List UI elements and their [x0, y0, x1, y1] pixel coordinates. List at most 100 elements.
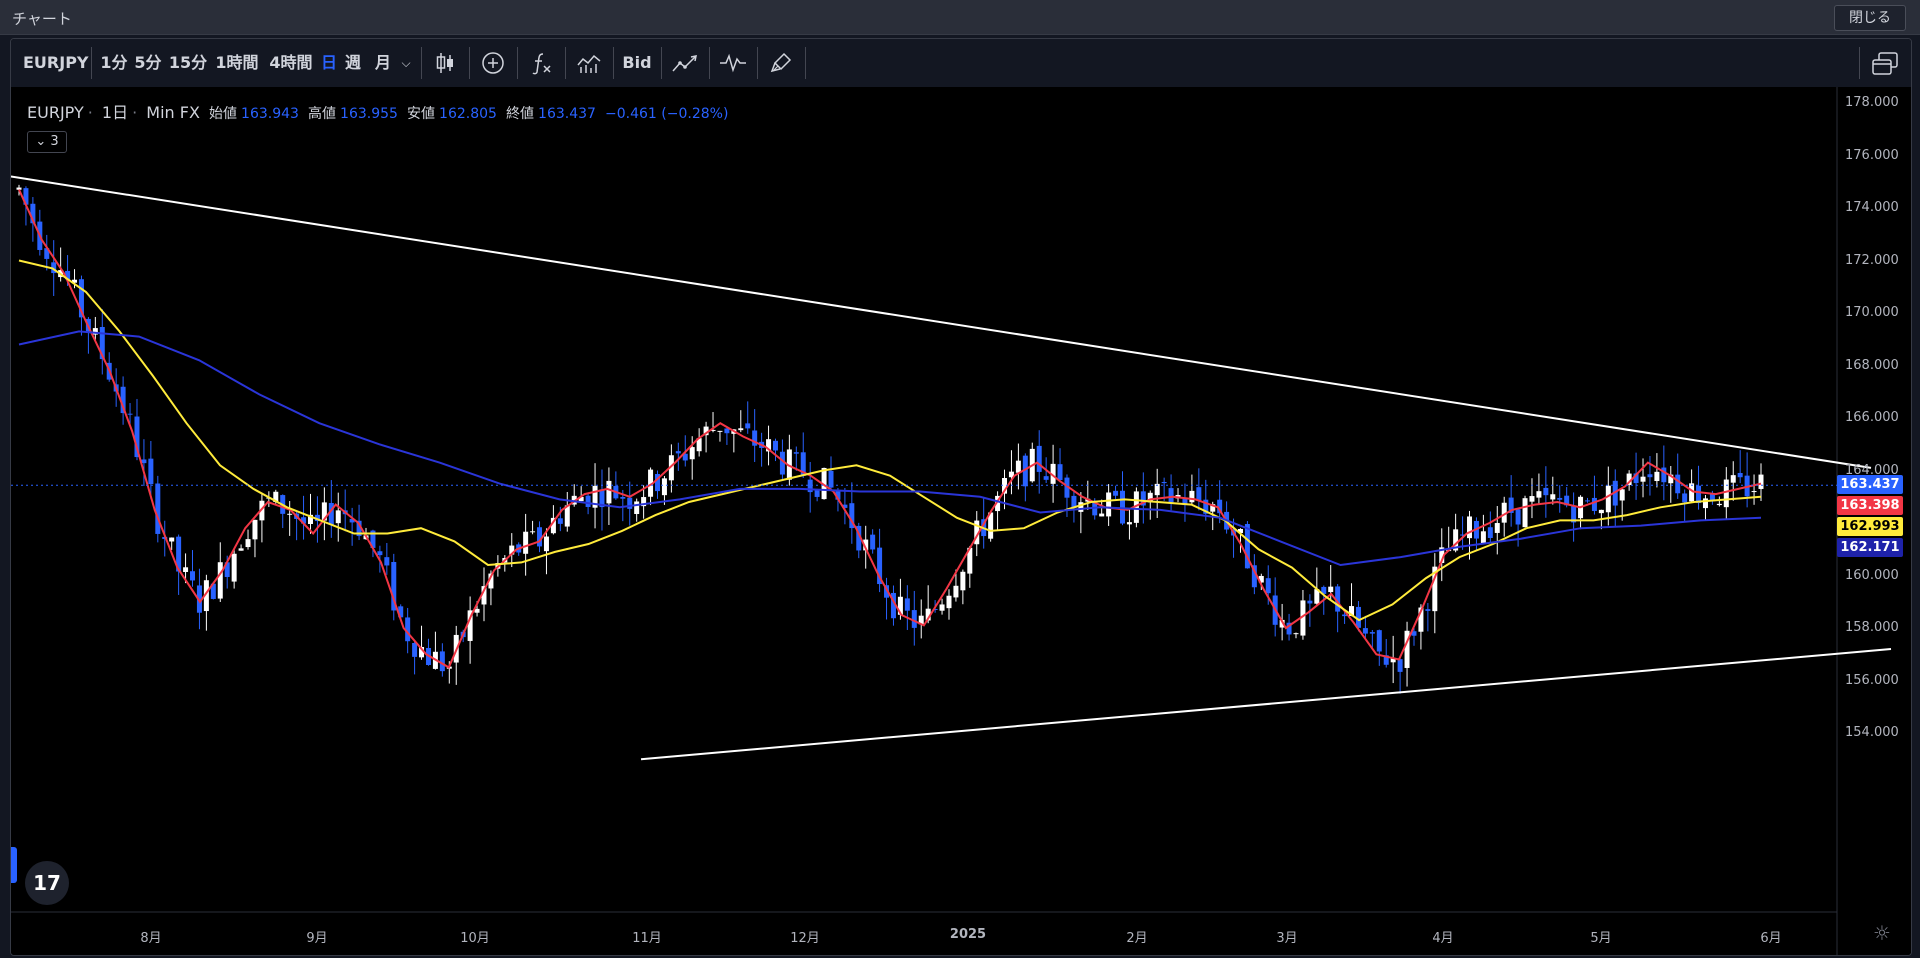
window-layout-icon[interactable] [1863, 39, 1907, 87]
candle-body [537, 527, 543, 547]
timeframe-15min[interactable]: 15分 [167, 39, 209, 87]
price-label: 163.398 [1837, 496, 1903, 516]
candle-body [675, 451, 681, 454]
chart-panel[interactable]: EURJPY 1分 5分 15分 1時間 4時間 日 週 月 ⌵ Bid EUR… [10, 38, 1912, 956]
candlestick-icon[interactable] [423, 39, 467, 87]
candle-body [16, 187, 22, 190]
time-tick-label: 5月 [1590, 931, 1612, 946]
time-tick-label: 4月 [1432, 931, 1454, 946]
candle-body [245, 539, 251, 548]
candle-body [606, 480, 612, 504]
candle-body [1640, 476, 1646, 482]
trend-icon[interactable] [663, 39, 707, 87]
candle-body [1293, 633, 1299, 635]
candle-body [939, 604, 945, 611]
candle-body [1494, 523, 1500, 533]
candle-body [1536, 491, 1542, 498]
candle-body [530, 531, 536, 533]
candle-body [1099, 513, 1105, 517]
settings-gear-icon[interactable]: ☼ [1873, 921, 1891, 945]
price-chart[interactable] [11, 87, 1911, 955]
candle-body [1522, 498, 1528, 528]
candle-body [543, 536, 549, 552]
candle-body [911, 610, 917, 628]
price-tick-label: 178.000 [1845, 95, 1899, 110]
candle-body [335, 510, 341, 524]
price-tick-label: 166.000 [1845, 410, 1899, 425]
candle-body [1550, 494, 1556, 500]
side-panel-handle[interactable] [11, 847, 17, 883]
candle-body [620, 497, 626, 499]
candle-body [1036, 445, 1042, 472]
candle-body [1397, 659, 1403, 672]
chart-toolbar: EURJPY 1分 5分 15分 1時間 4時間 日 週 月 ⌵ Bid [11, 39, 1911, 88]
legend-open-label: 始値 [209, 106, 238, 122]
candle-body [557, 518, 563, 524]
timeframe-month[interactable]: 月 [371, 39, 395, 87]
candle-body [1584, 500, 1590, 502]
candle-body [1751, 491, 1757, 493]
bar-style-icon[interactable] [567, 39, 611, 87]
waveform-icon[interactable] [711, 39, 755, 87]
candle-body [585, 495, 591, 507]
chart-background [11, 87, 1911, 955]
candle-body [870, 534, 876, 550]
timeframe-4hour[interactable]: 4時間 [265, 39, 317, 87]
chart-legend: EURJPY · 1日 · Min FX 始値 163.943 高値 163.955 安… [27, 103, 729, 122]
close-button[interactable]: 閉じる [1834, 5, 1906, 31]
tradingview-logo[interactable]: 17 [25, 861, 69, 905]
time-tick-label: 10月 [460, 931, 490, 946]
legend-change: −0.461 (−0.28%) [605, 106, 729, 122]
candle-body [127, 413, 133, 415]
timeframe-dropdown-chevron-icon[interactable]: ⌵ [397, 39, 415, 87]
candle-body [1758, 474, 1764, 489]
toolbar-separator [805, 47, 806, 79]
candle-body [738, 428, 744, 431]
price-label: 163.437 [1837, 475, 1903, 495]
legend-open: 163.943 [241, 106, 299, 122]
price-tick-label: 154.000 [1845, 725, 1899, 740]
candle-body [384, 557, 390, 566]
candle-body [1487, 527, 1493, 538]
candle-body [523, 531, 529, 554]
candle-body [1598, 509, 1604, 514]
timeframe-1min[interactable]: 1分 [99, 39, 129, 87]
candle-body [1543, 487, 1549, 496]
candle-body [287, 513, 293, 515]
price-tick-label: 168.000 [1845, 357, 1899, 373]
legend-collapse-count: 3 [50, 134, 59, 149]
add-indicator-icon[interactable] [471, 39, 515, 87]
candle-body [1015, 460, 1021, 473]
toolbar-separator [421, 47, 422, 79]
candle-body [1161, 482, 1167, 484]
timeframe-week[interactable]: 週 [341, 39, 365, 87]
candle-body [1723, 479, 1729, 508]
timeframe-5min[interactable]: 5分 [131, 39, 165, 87]
candle-body [1467, 516, 1473, 539]
timeframe-day[interactable]: 日 [319, 39, 339, 87]
candle-body [661, 478, 667, 496]
candle-body [412, 642, 418, 657]
brush-icon[interactable] [759, 39, 803, 87]
candle-body [1696, 485, 1702, 504]
candle-body [439, 651, 445, 672]
candle-body [1682, 493, 1688, 503]
toolbar-separator [613, 47, 614, 79]
bid-button[interactable]: Bid [615, 39, 659, 87]
candle-body [946, 595, 952, 609]
formula-icon[interactable] [519, 39, 563, 87]
candle-body [634, 501, 640, 514]
candle-body [169, 537, 175, 542]
time-tick-label: 6月 [1760, 931, 1782, 946]
candle-body [814, 490, 820, 497]
legend-close: 163.437 [538, 106, 596, 122]
toolbar-separator [469, 47, 470, 79]
candle-body [1647, 474, 1653, 478]
legend-collapse-button[interactable]: ⌄ 3 [27, 131, 67, 153]
symbol-button[interactable]: EURJPY [23, 39, 89, 87]
timeframe-1hour[interactable]: 1時間 [211, 39, 263, 87]
price-tick-label: 176.000 [1845, 147, 1899, 163]
time-tick-label: 8月 [140, 931, 162, 946]
candle-body [1675, 474, 1681, 494]
candle-body [1730, 475, 1736, 483]
